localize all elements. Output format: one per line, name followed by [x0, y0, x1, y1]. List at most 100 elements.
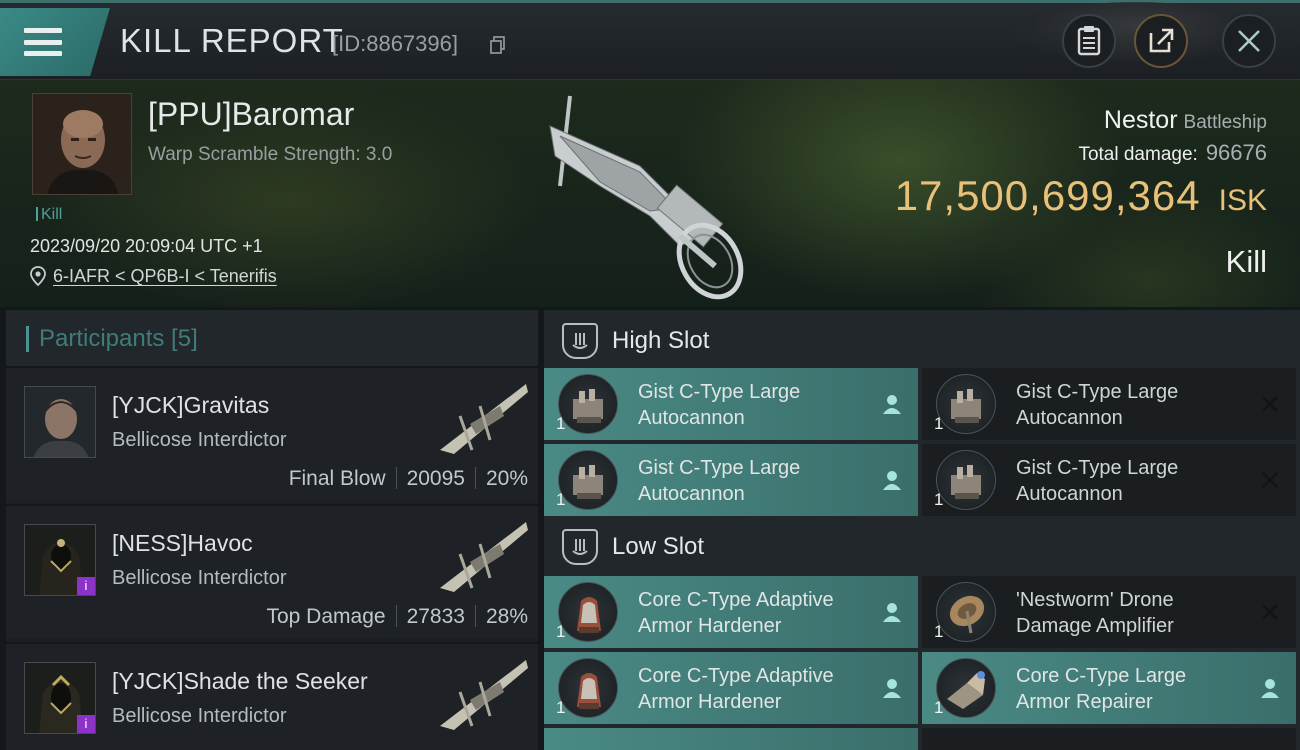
module-name: Core C-Type Adaptive Armor Hardener	[638, 589, 834, 637]
location-pin-icon	[30, 266, 46, 286]
participant-ship: Bellicose Interdictor	[112, 429, 287, 451]
participant-ship: Bellicose Interdictor	[112, 567, 287, 589]
avatar[interactable]: i	[24, 524, 96, 596]
armor-hardener-icon	[558, 582, 618, 642]
drone-amplifier-icon	[936, 582, 996, 642]
fitting-panel: High Slot 1 Gist C-Type Large Autocannon…	[544, 310, 1300, 750]
module-quantity: 1	[934, 622, 944, 641]
module-name: 'Nestworm' Drone Damage Amplifier	[1016, 589, 1174, 637]
close-button[interactable]	[1222, 14, 1276, 68]
isk-value: 17,500,699,364	[894, 172, 1201, 219]
slot-shield-icon	[562, 323, 598, 359]
person-icon	[883, 679, 901, 698]
slot-shield-icon	[562, 529, 598, 565]
autocannon-icon	[936, 450, 996, 510]
report-id: [ID:8867396]	[332, 31, 458, 56]
warp-scramble-strength: Warp Scramble Strength: 3.0	[148, 144, 393, 165]
clipboard-button[interactable]	[1062, 14, 1116, 68]
x-icon	[1262, 396, 1278, 412]
high-slot-header: High Slot	[544, 312, 1300, 370]
isk-unit: ISK	[1218, 184, 1267, 217]
victim-portrait[interactable]	[32, 93, 132, 195]
participant-card[interactable]: [YJCK]Gravitas Bellicose Interdictor Fin…	[6, 366, 538, 500]
module-dropped[interactable]: 1 Gist C-Type Large Autocannon	[544, 368, 918, 440]
module-name: Core C-Type Large Armor Repairer	[1016, 665, 1187, 713]
total-damage-label: Total damage:	[1078, 144, 1198, 165]
participant-role: Final Blow	[288, 467, 386, 490]
participant-damage: 20095	[406, 467, 465, 490]
module-name: Gist C-Type Large Autocannon	[1016, 381, 1179, 429]
participant-ship: Bellicose Interdictor	[112, 705, 287, 727]
avatar[interactable]: i	[24, 662, 96, 734]
module-quantity: 1	[934, 414, 944, 433]
top-bar: KILL REPORT [ID:8867396]	[0, 0, 1300, 80]
autocannon-icon	[558, 374, 618, 434]
avatar[interactable]	[24, 386, 96, 458]
ship-class: Battleship	[1183, 112, 1267, 133]
person-icon	[883, 603, 901, 622]
participants-header[interactable]: Participants [5]	[6, 310, 538, 368]
participant-card[interactable]: i [YJCK]Shade the Seeker Bellicose Inter…	[6, 642, 538, 750]
module-quantity: 1	[556, 414, 566, 433]
module-dropped[interactable]	[544, 728, 918, 750]
participant-name[interactable]: [NESS]Havoc	[112, 530, 253, 557]
kill-location-link[interactable]: 6-IAFR < QP6B-I < Tenerifis	[53, 266, 277, 287]
ship-info: Nestor Battleship	[1104, 106, 1267, 135]
module-name: Core C-Type Adaptive Armor Hardener	[638, 665, 834, 713]
info-badge[interactable]: i	[77, 715, 95, 733]
x-icon	[1262, 472, 1278, 488]
participant-name[interactable]: [YJCK]Shade the Seeker	[112, 668, 368, 695]
module-name: Gist C-Type Large Autocannon	[1016, 457, 1179, 505]
participant-card[interactable]: i [NESS]Havoc Bellicose Interdictor Top …	[6, 504, 538, 638]
person-icon	[883, 471, 901, 490]
victim-ship-render	[549, 95, 744, 300]
victim-summary: [PPU]Baromar Warp Scramble Strength: 3.0…	[0, 80, 1300, 307]
menu-button[interactable]	[0, 8, 110, 76]
copy-icon[interactable]	[490, 36, 506, 54]
participant-stats: Final Blow 20095 20%	[289, 467, 528, 491]
interdictor-ship-icon	[440, 660, 528, 730]
result-label: Kill	[1225, 244, 1267, 279]
low-slot-header: Low Slot	[544, 518, 1300, 576]
interdictor-ship-icon	[440, 384, 528, 454]
armor-hardener-icon	[558, 658, 618, 718]
module-name: Gist C-Type Large Autocannon	[638, 381, 801, 429]
module-destroyed[interactable]	[922, 728, 1296, 750]
module-destroyed[interactable]: 1 Gist C-Type Large Autocannon	[922, 368, 1296, 440]
low-slot-label: Low Slot	[612, 533, 705, 560]
hamburger-menu-icon	[24, 28, 62, 56]
participant-damage: 27833	[406, 605, 465, 628]
module-dropped[interactable]: 1 Core C-Type Adaptive Armor Hardener	[544, 652, 918, 724]
share-button[interactable]	[1134, 14, 1188, 68]
participant-role: Top Damage	[266, 605, 386, 628]
person-icon	[883, 395, 901, 414]
autocannon-icon	[558, 450, 618, 510]
high-slot-label: High Slot	[612, 327, 710, 354]
module-destroyed[interactable]: 1 Gist C-Type Large Autocannon	[922, 444, 1296, 516]
page-title: KILL REPORT	[120, 22, 344, 59]
armor-repairer-icon	[936, 658, 996, 718]
module-name: Gist C-Type Large Autocannon	[638, 457, 801, 505]
pilot-avatar	[33, 94, 131, 194]
module-dropped[interactable]: 1 Core C-Type Adaptive Armor Hardener	[544, 576, 918, 648]
victim-name[interactable]: [PPU]Baromar	[148, 96, 354, 133]
participant-stats: Top Damage 27833 28%	[266, 605, 528, 629]
info-badge[interactable]: i	[77, 577, 95, 595]
participant-name[interactable]: [YJCK]Gravitas	[112, 392, 269, 419]
share-icon	[1149, 28, 1174, 53]
person-icon	[1261, 679, 1279, 698]
kill-tag: Kill	[36, 206, 62, 224]
participants-title: Participants [5]	[39, 325, 198, 352]
participant-percent: 28%	[485, 605, 528, 628]
module-destroyed[interactable]: 1 'Nestworm' Drone Damage Amplifier	[922, 576, 1296, 648]
x-icon	[1262, 604, 1278, 620]
clipboard-icon	[1077, 26, 1101, 56]
module-quantity: 1	[934, 698, 944, 717]
participant-percent: 20%	[485, 467, 528, 490]
module-dropped[interactable]: 1 Gist C-Type Large Autocannon	[544, 444, 918, 516]
kill-datetime: 2023/09/20 20:09:04 UTC +1	[30, 236, 263, 256]
module-quantity: 1	[556, 622, 566, 641]
module-dropped[interactable]: 1 Core C-Type Large Armor Repairer	[922, 652, 1296, 724]
module-quantity: 1	[934, 490, 944, 509]
ship-name[interactable]: Nestor	[1104, 106, 1178, 134]
